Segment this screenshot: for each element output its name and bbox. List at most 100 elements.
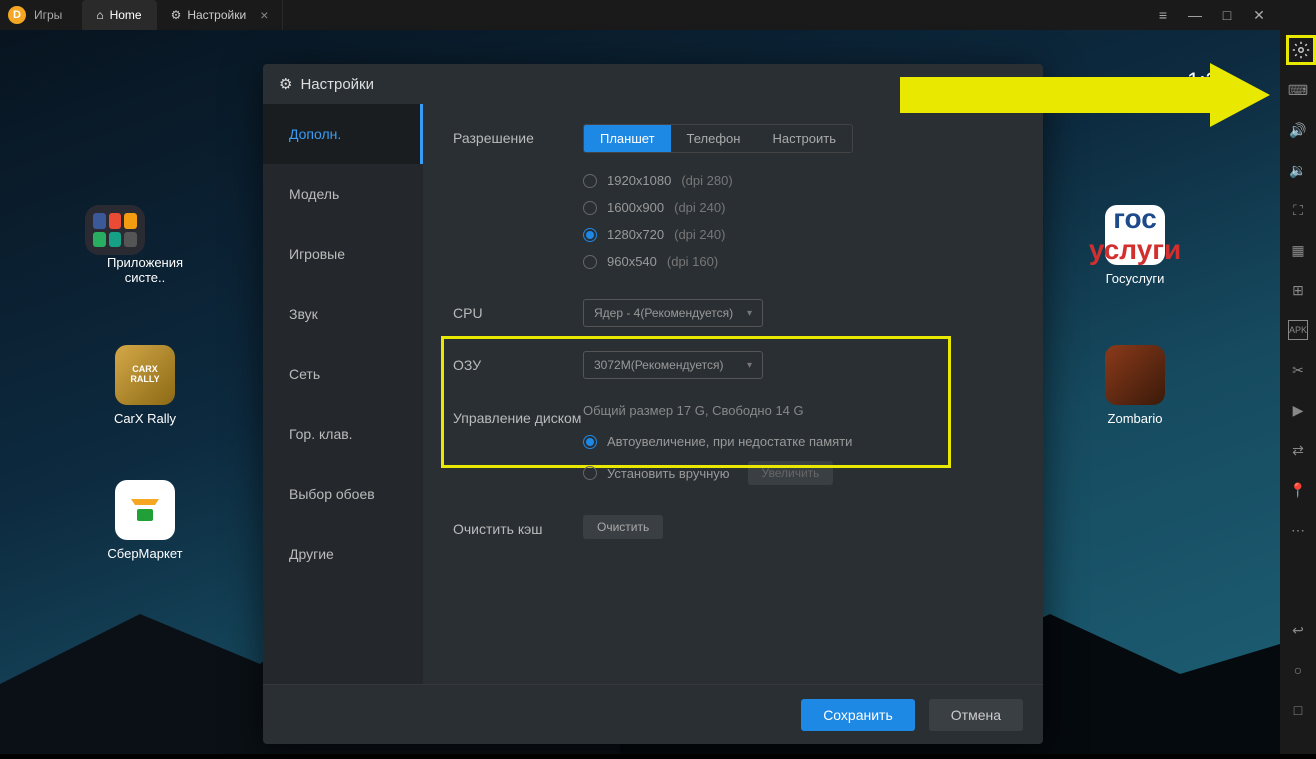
maximize-icon[interactable]: □ — [1220, 8, 1234, 22]
mode-custom[interactable]: Настроить — [756, 125, 852, 152]
settings-modal: ⚙ Настройки Дополн. Модель Игровые Звук … — [263, 64, 1043, 744]
radio-icon — [583, 201, 597, 215]
home-icon[interactable]: ○ — [1288, 660, 1308, 680]
radio-icon — [583, 228, 597, 242]
recent-icon[interactable]: □ — [1288, 700, 1308, 720]
icon-label: CarX Rally — [85, 411, 205, 426]
disk-auto-option[interactable]: Автоувеличение, при недостатке памяти — [583, 428, 1013, 455]
ram-select[interactable]: 3072M(Рекомендуется) ▾ — [583, 351, 763, 379]
back-icon[interactable]: ↩ — [1288, 620, 1308, 640]
res-option-540[interactable]: 960x540 (dpi 160) — [583, 248, 1013, 275]
app-icon — [1105, 345, 1165, 405]
modal-title: Настройки — [300, 76, 374, 93]
option-label: Автоувеличение, при недостатке памяти — [607, 434, 852, 449]
sidebar-item-label: Модель — [289, 186, 339, 202]
gear-icon: ⚙ — [279, 75, 292, 93]
desktop-icon-zomb[interactable]: Zombario — [1075, 345, 1195, 426]
sidebar-item-label: Сеть — [289, 366, 320, 382]
sidebar-item-other[interactable]: Другие — [263, 524, 423, 584]
sidebar-item-game[interactable]: Игровые — [263, 224, 423, 284]
settings-sidebar: Дополн. Модель Игровые Звук Сеть Гор. кл… — [263, 104, 423, 684]
sidebar-item-label: Игровые — [289, 246, 345, 262]
tab-label: Настройки — [187, 8, 246, 22]
desktop-icon-sysapps[interactable]: Приложения систе.. — [85, 205, 205, 285]
keymap-icon[interactable]: ▦ — [1288, 240, 1308, 260]
home-icon: ⌂ — [96, 8, 103, 22]
desktop-icon-sber[interactable]: СберМаркет — [85, 480, 205, 561]
tab-label: Home — [110, 8, 142, 22]
cpu-select[interactable]: Ядер - 4(Рекомендуется)▾ — [583, 299, 763, 327]
volume-up-icon[interactable]: 🔊 — [1288, 120, 1308, 140]
disk-label: Управление диском — [453, 403, 583, 427]
icon-label: Zombario — [1075, 411, 1195, 426]
select-value: Ядер - 4(Рекомендуется) — [594, 306, 733, 320]
app-icon: CARXRALLY — [115, 345, 175, 405]
tab-settings[interactable]: ⚙ Настройки × — [157, 0, 284, 30]
sidebar-item-hotkeys[interactable]: Гор. клав. — [263, 404, 423, 464]
dpi-value: (dpi 240) — [674, 200, 725, 215]
sidebar-item-label: Другие — [289, 546, 334, 562]
fullscreen-icon[interactable]: ⛶ — [1288, 200, 1308, 220]
apk-icon[interactable]: APK — [1288, 320, 1308, 340]
sidebar-item-label: Звук — [289, 306, 318, 322]
gear-icon: ⚙ — [171, 8, 182, 22]
res-value: 1280x720 — [607, 227, 664, 242]
close-icon[interactable]: × — [260, 7, 268, 23]
clear-cache-button[interactable]: Очистить — [583, 515, 663, 539]
sidebar-item-sound[interactable]: Звук — [263, 284, 423, 344]
keyboard-icon[interactable]: ⌨ — [1288, 80, 1308, 100]
res-option-1080[interactable]: 1920x1080(dpi 280) — [583, 167, 1013, 194]
ram-label: ОЗУ — [453, 351, 583, 373]
desktop: 1:30 Приложения систе.. CARXRALLY CarX R… — [0, 30, 1280, 754]
app-icon: госуслуги — [1105, 205, 1165, 265]
app-icon — [115, 480, 175, 540]
res-option-900[interactable]: 1600x900 (dpi 240) — [583, 194, 1013, 221]
save-button[interactable]: Сохранить — [801, 699, 915, 731]
location-icon[interactable]: 📍 — [1288, 480, 1308, 500]
record-icon[interactable]: ▶ — [1288, 400, 1308, 420]
icon-label: Госуслуги — [1075, 271, 1195, 286]
option-label: Установить вручную — [607, 466, 730, 481]
sidebar-item-label: Дополн. — [289, 126, 341, 142]
modal-footer: Сохранить Отмена — [263, 684, 1043, 744]
volume-down-icon[interactable]: 🔉 — [1288, 160, 1308, 180]
menu-icon[interactable]: ≡ — [1156, 8, 1170, 22]
minimize-icon[interactable]: — — [1188, 8, 1202, 22]
sidebar-item-network[interactable]: Сеть — [263, 344, 423, 404]
radio-icon — [583, 255, 597, 269]
dpi-value: (dpi 160) — [667, 254, 718, 269]
tab-home[interactable]: ⌂ Home — [82, 0, 156, 30]
cpu-label: CPU — [453, 299, 583, 321]
sidebar-item-label: Гор. клав. — [289, 426, 353, 442]
res-option-720[interactable]: 1280x720(dpi 240) — [583, 221, 1013, 248]
right-toolbar: ⌨ 🔊 🔉 ⛶ ▦ ⊞ APK ✂ ▶ ⇄ 📍 ⋯ ↩ ○ □ — [1280, 0, 1316, 754]
select-value: 3072M(Рекомендуется) — [594, 358, 723, 372]
scissors-icon[interactable]: ✂ — [1288, 360, 1308, 380]
desktop-icon-gos[interactable]: госуслуги Госуслуги — [1075, 205, 1195, 286]
multi-instance-icon[interactable]: ⊞ — [1288, 280, 1308, 300]
icon-label: Приложения систе.. — [85, 255, 205, 285]
app-logo: D — [8, 6, 26, 24]
app-title: Игры — [34, 8, 82, 22]
disk-info: Общий размер 17 G, Свободно 14 G — [583, 403, 1013, 418]
cancel-button[interactable]: Отмена — [929, 699, 1023, 731]
settings-content: Разрешение Планшет Телефон Настроить 192… — [423, 104, 1043, 684]
disk-manual-option[interactable]: Установить вручную Увеличить — [583, 455, 1013, 491]
more-icon[interactable]: ⋯ — [1288, 520, 1308, 540]
desktop-icon-carx[interactable]: CARXRALLY CarX Rally — [85, 345, 205, 426]
sidebar-item-advanced[interactable]: Дополн. — [263, 104, 423, 164]
chevron-down-icon: ▾ — [747, 360, 752, 371]
sidebar-item-model[interactable]: Модель — [263, 164, 423, 224]
settings-gear-highlighted[interactable] — [1286, 35, 1316, 65]
mode-phone[interactable]: Телефон — [671, 125, 757, 152]
enlarge-button[interactable]: Увеличить — [748, 461, 834, 485]
res-value: 1920x1080 — [607, 173, 671, 188]
arrow-annotation — [900, 63, 1280, 127]
res-value: 1600x900 — [607, 200, 664, 215]
mode-tablet[interactable]: Планшет — [584, 125, 671, 152]
res-value: 960x540 — [607, 254, 657, 269]
radio-icon — [583, 174, 597, 188]
close-window-icon[interactable]: ✕ — [1252, 8, 1266, 22]
sidebar-item-wallpaper[interactable]: Выбор обоев — [263, 464, 423, 524]
sync-icon[interactable]: ⇄ — [1288, 440, 1308, 460]
